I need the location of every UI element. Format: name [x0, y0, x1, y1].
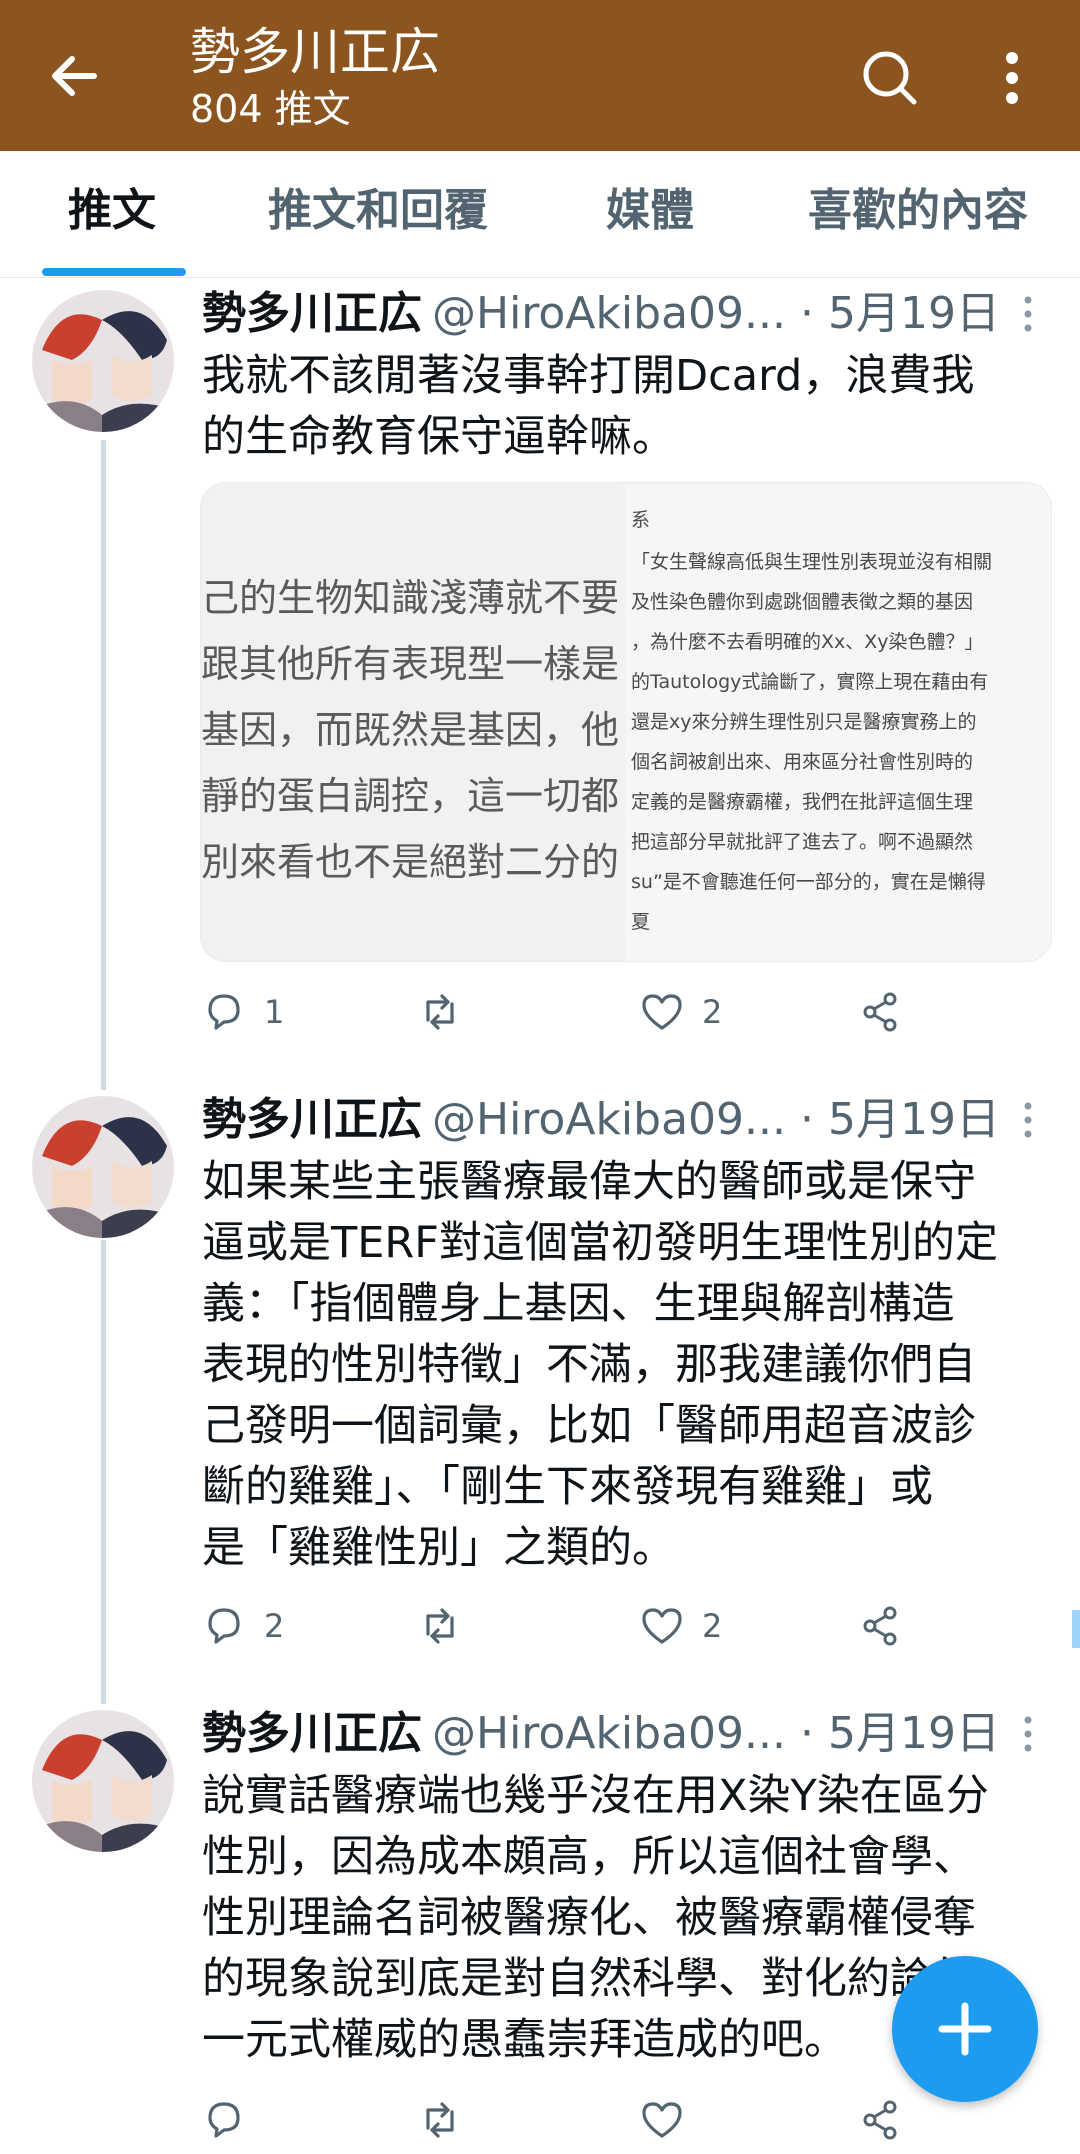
reply-icon	[208, 1608, 240, 1644]
retweet-button[interactable]	[418, 982, 480, 1042]
tweet-actions: 1 2	[202, 982, 962, 1042]
tweet-count: 804 推文	[190, 87, 351, 131]
media-image-left[interactable]: 己的生物知識淺薄就不要 跟其他所有表現型一樣是 基因，而既然是基因，他 靜的蛋白…	[201, 483, 619, 961]
tweet-header: 勢多川正広 @HiroAkiba09...	[202, 1706, 786, 1762]
tab-tweets-and-replies[interactable]: 推文和回覆	[268, 181, 488, 241]
tweet-actions: 2 2	[202, 1596, 962, 1656]
heart-icon	[642, 994, 682, 1030]
like-button[interactable]: 2	[640, 982, 722, 1042]
tweet-text: 如果某些主張醫療最偉大的醫師或是保守 逼或是TERF對這個當初發明生理性別的定 …	[202, 1157, 999, 1573]
avatar[interactable]	[32, 1096, 174, 1238]
tweet-menu-icon[interactable]	[1018, 1714, 1038, 1754]
avatar[interactable]	[32, 290, 174, 432]
scrollbar-thumb[interactable]	[1072, 1610, 1080, 1648]
media-image-right[interactable]: 系 「女生聲線高低與生理性別表現並沒有相關 及性染色體你到處跳個體表徵之類的基因…	[625, 483, 1051, 961]
compose-tweet-button[interactable]	[892, 1956, 1038, 2102]
reply-button[interactable]	[202, 2090, 264, 2150]
thread-line	[101, 440, 106, 1090]
author-handle[interactable]: @HiroAkiba09...	[432, 288, 786, 339]
reply-count: 1	[264, 993, 285, 1031]
app-bar: 勢多川正広 804 推文	[0, 0, 1080, 151]
more-vertical-icon[interactable]	[982, 46, 1042, 110]
tweet-menu-icon[interactable]	[1018, 1100, 1038, 1140]
tweet-actions	[202, 2090, 962, 2150]
retweet-icon	[426, 994, 454, 1030]
back-arrow-icon[interactable]	[44, 46, 104, 106]
share-icon	[863, 1606, 897, 1646]
retweet-icon	[426, 2102, 454, 2138]
author-handle[interactable]: @HiroAkiba09...	[432, 1708, 786, 1759]
heart-icon	[642, 1608, 682, 1644]
retweet-button[interactable]	[418, 2090, 480, 2150]
tweet-media[interactable]: 己的生物知識淺薄就不要 跟其他所有表現型一樣是 基因，而既然是基因，他 靜的蛋白…	[200, 482, 1052, 962]
tab-tweets[interactable]: 推文	[68, 181, 156, 241]
reply-count: 2	[264, 1607, 285, 1645]
like-count: 2	[702, 993, 723, 1031]
reply-icon	[208, 994, 240, 1030]
author-name[interactable]: 勢多川正広	[202, 1708, 422, 1759]
reply-button[interactable]: 2	[202, 1596, 284, 1656]
tweet-header: 勢多川正広 @HiroAkiba09...	[202, 1092, 786, 1148]
tweet-header: 勢多川正広 @HiroAkiba09...	[202, 286, 786, 342]
tweet-date[interactable]: · 5月19日	[800, 286, 1000, 342]
reply-button[interactable]: 1	[202, 982, 284, 1042]
author-name[interactable]: 勢多川正広	[202, 288, 422, 339]
like-button[interactable]	[640, 2090, 702, 2150]
share-button[interactable]	[858, 1596, 902, 1656]
like-count: 2	[702, 1607, 723, 1645]
tab-media[interactable]: 媒體	[606, 181, 694, 241]
author-name[interactable]: 勢多川正広	[202, 1094, 422, 1145]
author-handle[interactable]: @HiroAkiba09...	[432, 1094, 786, 1145]
share-button[interactable]	[858, 982, 902, 1042]
tab-likes[interactable]: 喜歡的內容	[808, 181, 1028, 241]
share-icon	[863, 2100, 897, 2140]
thread-line	[101, 1240, 106, 1704]
search-icon[interactable]	[858, 46, 922, 110]
tweet-menu-icon[interactable]	[1018, 294, 1038, 334]
tweet-text: 我就不該閒著沒事幹打開Dcard，浪費我 的生命教育保守逼幹嘛。	[202, 351, 975, 462]
tweet-date[interactable]: · 5月19日	[800, 1092, 1000, 1148]
avatar[interactable]	[32, 1710, 174, 1852]
profile-tabs: 推文 推文和回覆 媒體 喜歡的內容	[0, 151, 1080, 278]
heart-icon	[642, 2102, 682, 2138]
tweet-date[interactable]: · 5月19日	[800, 1706, 1000, 1762]
retweet-icon	[426, 1608, 454, 1644]
reply-icon	[208, 2102, 240, 2138]
like-button[interactable]: 2	[640, 1596, 722, 1656]
profile-title: 勢多川正広	[190, 23, 440, 81]
active-tab-indicator	[42, 268, 186, 276]
plus-icon	[938, 2002, 992, 2056]
retweet-button[interactable]	[418, 1596, 480, 1656]
share-icon	[863, 992, 897, 1032]
